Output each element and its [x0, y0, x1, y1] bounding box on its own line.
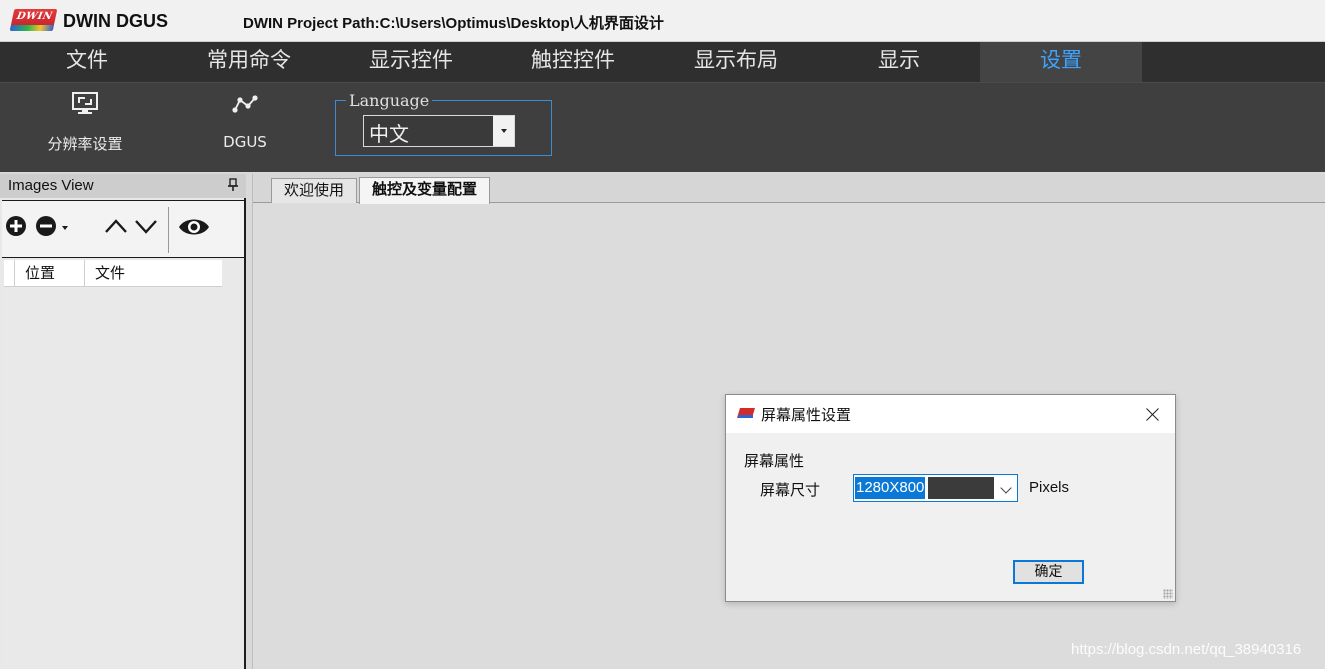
menu-settings[interactable]: 设置: [980, 42, 1142, 82]
menu-file[interactable]: 文件: [6, 42, 168, 82]
language-group: Language 中文: [335, 91, 552, 156]
menu-common-commands[interactable]: 常用命令: [168, 42, 330, 82]
monitor-icon: [72, 92, 98, 114]
menu-display-layout[interactable]: 显示布局: [654, 42, 818, 82]
remove-dropdown-icon[interactable]: [61, 225, 69, 231]
menu-touch-controls[interactable]: 触控控件: [492, 42, 654, 82]
chevron-up-icon[interactable]: [103, 215, 129, 237]
language-legend: Language: [346, 91, 433, 110]
chevron-down-icon[interactable]: [133, 215, 159, 237]
language-select[interactable]: 中文: [363, 115, 515, 147]
dwin-logo: DWIN: [9, 9, 58, 31]
node-graph-icon: [232, 95, 258, 113]
screen-properties-group-label: 屏幕属性: [744, 452, 805, 470]
ok-button[interactable]: 确定: [1013, 560, 1084, 584]
resize-grip-icon[interactable]: [1163, 589, 1173, 599]
add-icon[interactable]: [5, 215, 27, 237]
dialog-titlebar: 屏幕属性设置: [726, 395, 1175, 433]
screen-size-select[interactable]: 1280X800: [853, 474, 1018, 502]
tab-welcome[interactable]: 欢迎使用: [271, 178, 358, 203]
remove-icon[interactable]: [35, 215, 57, 237]
dgus-button[interactable]: DGUS: [200, 83, 290, 173]
selection-fill: [928, 477, 994, 499]
language-value: 中文: [369, 122, 409, 146]
dropdown-arrow-icon[interactable]: [493, 116, 514, 146]
screen-size-value: 1280X800: [855, 477, 926, 499]
title-bar: DWIN DWIN DGUS DWIN Project Path:C:\User…: [0, 0, 1325, 42]
dgus-label: DGUS: [223, 133, 267, 151]
images-toolbar: [2, 200, 244, 258]
project-path: DWIN Project Path:C:\Users\Optimus\Deskt…: [243, 15, 664, 32]
app-name: DWIN DGUS: [63, 11, 168, 31]
images-list[interactable]: 位置 文件: [2, 260, 244, 669]
tab-strip: 欢迎使用 触控及变量配置: [253, 174, 1325, 204]
close-icon[interactable]: [1131, 395, 1175, 433]
menu-display[interactable]: 显示: [818, 42, 980, 82]
panel-title: Images View: [8, 177, 94, 194]
unit-label: Pixels: [1029, 479, 1070, 496]
pin-icon[interactable]: [228, 178, 238, 192]
resolution-settings-label: 分辨率设置: [47, 135, 123, 153]
logo-text: DWIN: [15, 11, 54, 22]
panel-header: Images View: [0, 174, 246, 198]
tab-touch-variable-config[interactable]: 触控及变量配置: [359, 177, 491, 204]
column-file[interactable]: 文件: [84, 260, 222, 287]
logo-stripe: [9, 25, 54, 31]
screen-size-label: 屏幕尺寸: [760, 481, 821, 499]
toolbar-separator: [168, 207, 169, 253]
column-position[interactable]: 位置: [14, 260, 84, 287]
app-icon: [737, 408, 755, 418]
menu-bar: 文件 常用命令 显示控件 触控控件 显示布局 显示 设置: [0, 42, 1325, 82]
chevron-down-icon[interactable]: [1000, 482, 1012, 494]
eye-icon[interactable]: [178, 215, 210, 239]
list-header: 位置 文件: [4, 260, 222, 287]
watermark: https://blog.csdn.net/qq_38940316: [1071, 641, 1302, 658]
menu-display-controls[interactable]: 显示控件: [330, 42, 492, 82]
resolution-settings-button[interactable]: 分辨率设置: [30, 83, 140, 173]
images-view-panel: Images View 位置 文件: [0, 174, 246, 669]
screen-properties-dialog: 屏幕属性设置 屏幕属性 屏幕尺寸 1280X800 Pixels 确定: [725, 394, 1176, 602]
dialog-title: 屏幕属性设置: [761, 406, 852, 424]
ribbon-toolbar: 分辨率设置 DGUS Language 中文: [0, 82, 1325, 172]
